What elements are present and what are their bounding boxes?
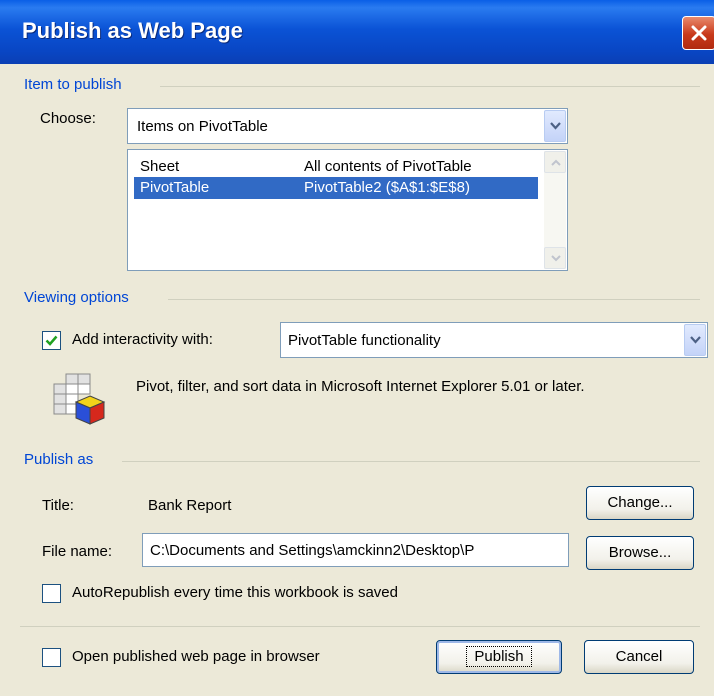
add-interactivity-checkbox[interactable] <box>42 331 61 350</box>
chevron-down-icon <box>551 255 561 262</box>
file-name-value: C:\Documents and Settings\amckinn2\Deskt… <box>150 542 475 559</box>
title-label: Title: <box>42 497 74 514</box>
choose-value: Items on PivotTable <box>137 118 268 135</box>
close-icon <box>691 25 707 41</box>
separator <box>160 86 700 87</box>
browse-button[interactable]: Browse... <box>586 536 694 570</box>
publish-items-list[interactable]: Sheet All contents of PivotTable PivotTa… <box>127 149 568 271</box>
list-item-description: All contents of PivotTable <box>304 158 472 175</box>
dialog-title: Publish as Web Page <box>22 18 243 43</box>
list-item-name: PivotTable <box>140 179 210 196</box>
checkmark-icon <box>45 335 58 346</box>
pivottable-icon <box>53 373 106 425</box>
title-value: Bank Report <box>148 497 232 514</box>
viewing-options-heading: Viewing options <box>24 289 129 306</box>
autorepublish-checkbox[interactable] <box>42 584 61 603</box>
autorepublish-label[interactable]: AutoRepublish every time this workbook i… <box>72 584 398 601</box>
scroll-down-button[interactable] <box>544 247 566 269</box>
separator <box>20 626 700 627</box>
file-name-input[interactable]: C:\Documents and Settings\amckinn2\Deskt… <box>142 533 569 567</box>
interactivity-dropdown[interactable]: PivotTable functionality <box>280 322 708 358</box>
interactivity-value: PivotTable functionality <box>288 332 441 349</box>
list-item-selected[interactable]: PivotTable PivotTable2 ($A$1:$E$8) <box>134 177 538 199</box>
add-interactivity-label[interactable]: Add interactivity with: <box>72 331 213 348</box>
choose-label: Choose: <box>40 110 96 127</box>
publish-button[interactable]: Publish <box>436 640 562 674</box>
open-in-browser-label[interactable]: Open published web page in browser <box>72 648 320 665</box>
list-item[interactable]: Sheet All contents of PivotTable <box>134 156 538 178</box>
list-scrollbar[interactable] <box>544 151 566 269</box>
chevron-down-icon <box>690 336 701 344</box>
separator <box>168 299 700 300</box>
chevron-up-icon <box>551 159 561 166</box>
title-bar[interactable]: Publish as Web Page <box>0 0 714 64</box>
list-item-name: Sheet <box>140 158 180 175</box>
publish-button-label: Publish <box>466 646 532 667</box>
item-to-publish-heading: Item to publish <box>24 76 122 93</box>
scroll-up-button[interactable] <box>544 151 566 173</box>
close-button[interactable] <box>682 16 714 50</box>
publish-as-heading: Publish as <box>24 451 94 468</box>
chevron-down-icon <box>550 122 561 130</box>
file-name-label: File name: <box>42 543 113 560</box>
choose-dropdown-button[interactable] <box>544 110 566 142</box>
cancel-button[interactable]: Cancel <box>584 640 694 674</box>
open-in-browser-checkbox[interactable] <box>42 648 61 667</box>
change-button[interactable]: Change... <box>586 486 694 520</box>
separator <box>122 461 700 462</box>
choose-dropdown[interactable]: Items on PivotTable <box>127 108 568 144</box>
publish-dialog: Publish as Web Page Item to publish Choo… <box>0 0 714 696</box>
list-item-description: PivotTable2 ($A$1:$E$8) <box>304 179 470 196</box>
interactivity-description: Pivot, filter, and sort data in Microsof… <box>136 378 585 395</box>
interactivity-dropdown-button[interactable] <box>684 324 706 356</box>
